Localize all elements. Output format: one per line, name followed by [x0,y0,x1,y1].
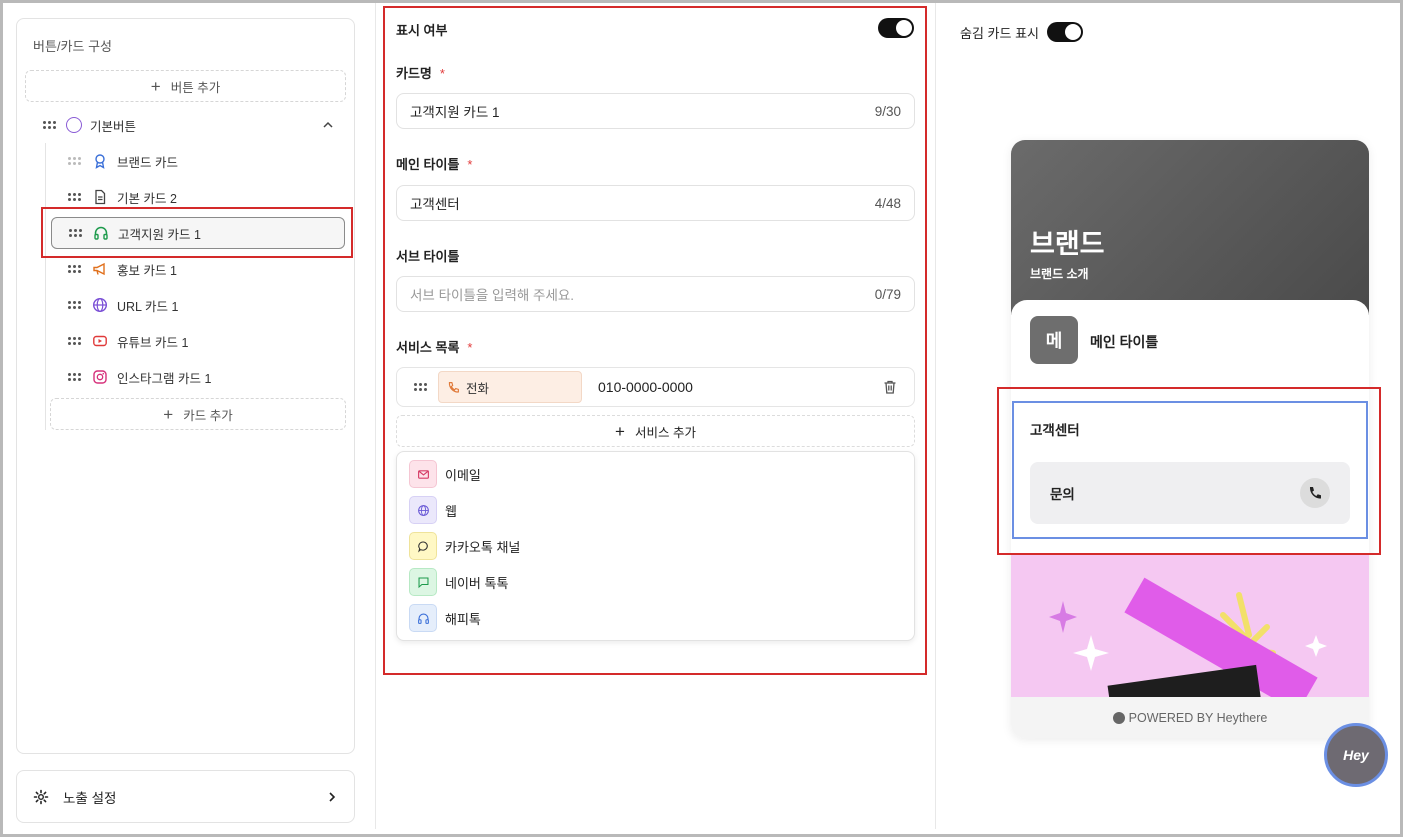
instagram-icon [91,368,109,386]
drag-handle-icon[interactable] [67,370,81,384]
plus-icon: + [150,76,161,96]
drag-handle-icon[interactable] [42,118,56,132]
tree-item-youtube-card-1[interactable]: 유튜브 카드 1 [51,325,345,357]
youtube-icon [91,332,109,350]
tree-root-basic-button[interactable]: 기본버튼 [26,109,342,141]
drag-handle-icon[interactable] [67,190,81,204]
divider [935,3,936,829]
tree-item-instagram-card-1[interactable]: 인스타그램 카드 1 [51,361,345,393]
heythere-logo-icon [1112,711,1125,724]
expose-settings-label: 노출 설정 [63,790,117,806]
hidden-cards-toggle-row: 숨김 카드 표시 [960,22,1083,42]
tree-item-label: 유튜브 카드 1 [117,335,189,350]
chevron-up-icon[interactable] [322,119,334,131]
tree-item-label: 브랜드 카드 [117,155,178,170]
tree-item-label: URL 카드 1 [117,299,179,314]
megaphone-icon [91,260,109,278]
avatar: 메 [1030,316,1078,364]
add-button-button[interactable]: + 버튼 추가 [25,70,346,102]
tree-root-label: 기본버튼 [90,119,137,134]
hey-chat-button[interactable]: Hey [1324,723,1388,787]
plus-icon: + [163,404,174,424]
document-icon [91,188,109,206]
add-card-button[interactable]: + 카드 추가 [50,398,346,430]
brand-subtitle: 브랜드 소개 [1030,267,1089,281]
add-button-label: 버튼 추가 [170,80,221,95]
promo-banner-image [1011,555,1369,697]
hidden-cards-label: 숨김 카드 표시 [960,25,1039,41]
tree-item-label: 인스타그램 카드 1 [117,371,212,386]
tree-connector [45,143,46,430]
powered-by-text: POWERED BY Heythere [1128,710,1268,725]
tree-item-promo-card-1[interactable]: 홍보 카드 1 [51,253,345,285]
award-icon [91,152,109,170]
divider [375,3,376,829]
panel-title: 버튼/카드 구성 [33,39,112,54]
drag-handle-icon[interactable] [67,262,81,276]
tree-item-brand-card[interactable]: 브랜드 카드 [51,145,345,177]
hidden-cards-toggle[interactable] [1046,22,1083,42]
highlight-box [997,387,1381,555]
chevron-right-icon [329,791,336,802]
preview-main-title: 메인 타이틀 [1090,334,1159,350]
drag-handle-icon[interactable] [67,334,81,348]
globe-icon [91,296,109,314]
circle-icon [66,117,82,133]
brand-title: 브랜드 [1030,229,1105,259]
tree-item-label: 기본 카드 2 [117,191,177,206]
highlight-box [41,207,353,258]
tree-item-label: 홍보 카드 1 [117,263,177,278]
gear-icon [33,789,49,804]
highlight-box [383,6,927,675]
drag-handle-icon[interactable] [67,298,81,312]
expose-settings-row[interactable]: 노출 설정 [16,770,355,823]
add-card-label: 카드 추가 [183,408,233,423]
powered-by-footer: POWERED BY Heythere [1011,697,1369,738]
brand-hero: 브랜드 브랜드 소개 [1011,140,1369,315]
tree-item-url-card-1[interactable]: URL 카드 1 [51,289,345,321]
drag-handle-icon[interactable] [67,154,81,168]
